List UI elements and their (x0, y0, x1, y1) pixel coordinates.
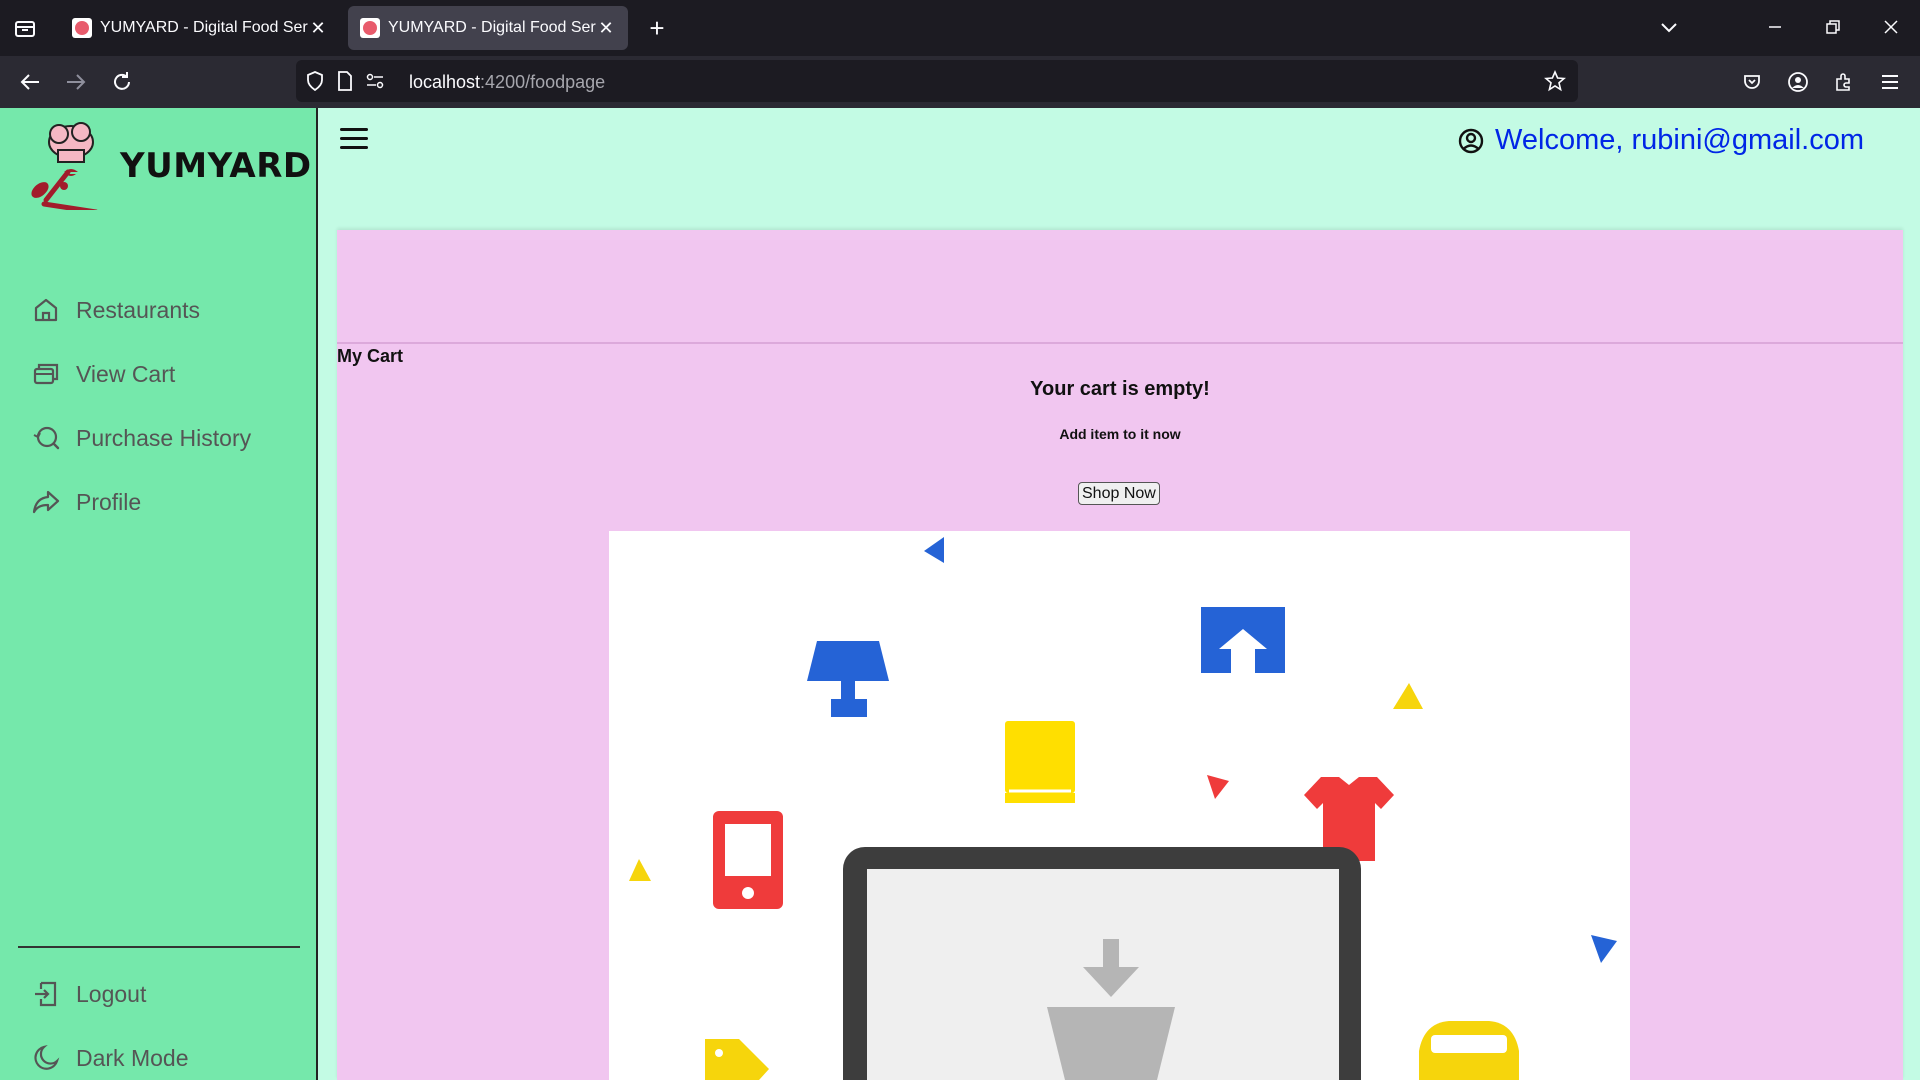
upload-box-icon (1201, 607, 1285, 673)
sidebar-item-label: Dark Mode (76, 1044, 189, 1071)
chef-hat-logo-icon (31, 122, 98, 210)
phone-icon (713, 811, 783, 909)
welcome-user: Welcome, rubini@gmail.com (1457, 124, 1864, 157)
panel-divider (337, 342, 1903, 344)
hamburger-menu-icon[interactable] (340, 128, 368, 152)
logout-icon (32, 980, 60, 1008)
search-history-icon (32, 424, 60, 452)
book-icon (1005, 721, 1075, 803)
sidebar: YUMYARD Restaurants View Cart Purchase H… (0, 108, 318, 1080)
window-close-icon[interactable] (1878, 14, 1904, 40)
car-icon (1419, 1021, 1519, 1080)
tab-overview-icon[interactable] (12, 16, 38, 40)
minimize-icon[interactable] (1762, 14, 1788, 40)
sidebar-divider (18, 946, 300, 948)
url-bar[interactable]: localhost:4200/foodpage (296, 60, 1578, 102)
url-host: localhost (409, 72, 481, 92)
browser-tab-active[interactable]: YUMYARD - Digital Food Service ✕ (348, 6, 628, 50)
red-triangle-icon (1207, 775, 1229, 799)
sidebar-item-label: Restaurants (76, 296, 201, 323)
sidebar-item-label: Purchase History (76, 424, 252, 451)
sidebar-item-purchase-history[interactable]: Purchase History (32, 418, 251, 458)
tab-list-chevron-icon[interactable] (1656, 14, 1682, 40)
sidebar-item-view-cart[interactable]: View Cart (32, 354, 175, 394)
lamp-icon (807, 641, 889, 717)
price-tag-icon (705, 1039, 769, 1080)
new-tab-icon[interactable]: + (644, 13, 670, 43)
yumyard-favicon-icon (72, 18, 92, 38)
browser-tab[interactable]: YUMYARD - Digital Food Service ✕ (60, 6, 340, 50)
sidebar-item-logout[interactable]: Logout (32, 974, 146, 1014)
close-icon[interactable]: ✕ (308, 18, 328, 39)
restore-icon[interactable] (1820, 14, 1846, 40)
close-icon[interactable]: ✕ (596, 18, 616, 39)
empty-cart-subtitle: Add item to it now (1059, 426, 1181, 442)
laptop-screen-icon (843, 847, 1361, 1080)
yellow-triangle-icon (1393, 683, 1423, 709)
page-icon[interactable] (334, 70, 356, 92)
sidebar-item-profile[interactable]: Profile (32, 482, 141, 522)
yellow-small-triangle-icon (629, 859, 651, 881)
yumyard-favicon-icon (360, 18, 380, 38)
home-icon (32, 296, 60, 324)
sidebar-item-restaurants[interactable]: Restaurants (32, 290, 200, 330)
url-path: :4200/foodpage (480, 72, 606, 92)
shield-icon[interactable] (304, 70, 326, 92)
cart-cards-icon (32, 360, 60, 388)
site-permissions-icon[interactable] (364, 70, 386, 92)
sidebar-item-label: Profile (76, 488, 142, 515)
app-menu-icon[interactable] (1876, 68, 1904, 96)
tab-title: YUMYARD - Digital Food Service (388, 19, 596, 36)
account-icon[interactable] (1784, 68, 1812, 96)
url-text[interactable]: localhost:4200/foodpage (409, 72, 605, 93)
sidebar-item-dark-mode[interactable]: Dark Mode (32, 1038, 188, 1078)
extensions-icon[interactable] (1830, 68, 1858, 96)
empty-cart-title: Your cart is empty! (1030, 378, 1210, 400)
bookmark-star-icon[interactable] (1544, 70, 1566, 92)
back-icon[interactable] (16, 68, 44, 96)
brand-name: YUMYARD (120, 146, 312, 186)
tab-title: YUMYARD - Digital Food Service (100, 19, 308, 36)
cart-title: My Cart (337, 346, 404, 366)
sidebar-item-label: View Cart (76, 360, 176, 387)
reload-icon[interactable] (108, 68, 136, 96)
blue-small-triangle-icon (1591, 935, 1617, 963)
moon-icon (32, 1044, 60, 1072)
blue-triangle-icon (924, 537, 944, 563)
share-arrow-icon (32, 488, 60, 516)
empty-cart-illustration (609, 531, 1630, 1080)
forward-icon[interactable] (62, 68, 90, 96)
pocket-icon[interactable] (1738, 68, 1766, 96)
browser-tab-bar: YUMYARD - Digital Food Service ✕ YUMYARD… (0, 0, 1920, 56)
shop-now-button[interactable]: Shop Now (1078, 482, 1160, 505)
sidebar-item-label: Logout (76, 980, 147, 1007)
user-circle-icon (1458, 128, 1484, 153)
welcome-text: Welcome, rubini@gmail.com (1495, 124, 1864, 156)
